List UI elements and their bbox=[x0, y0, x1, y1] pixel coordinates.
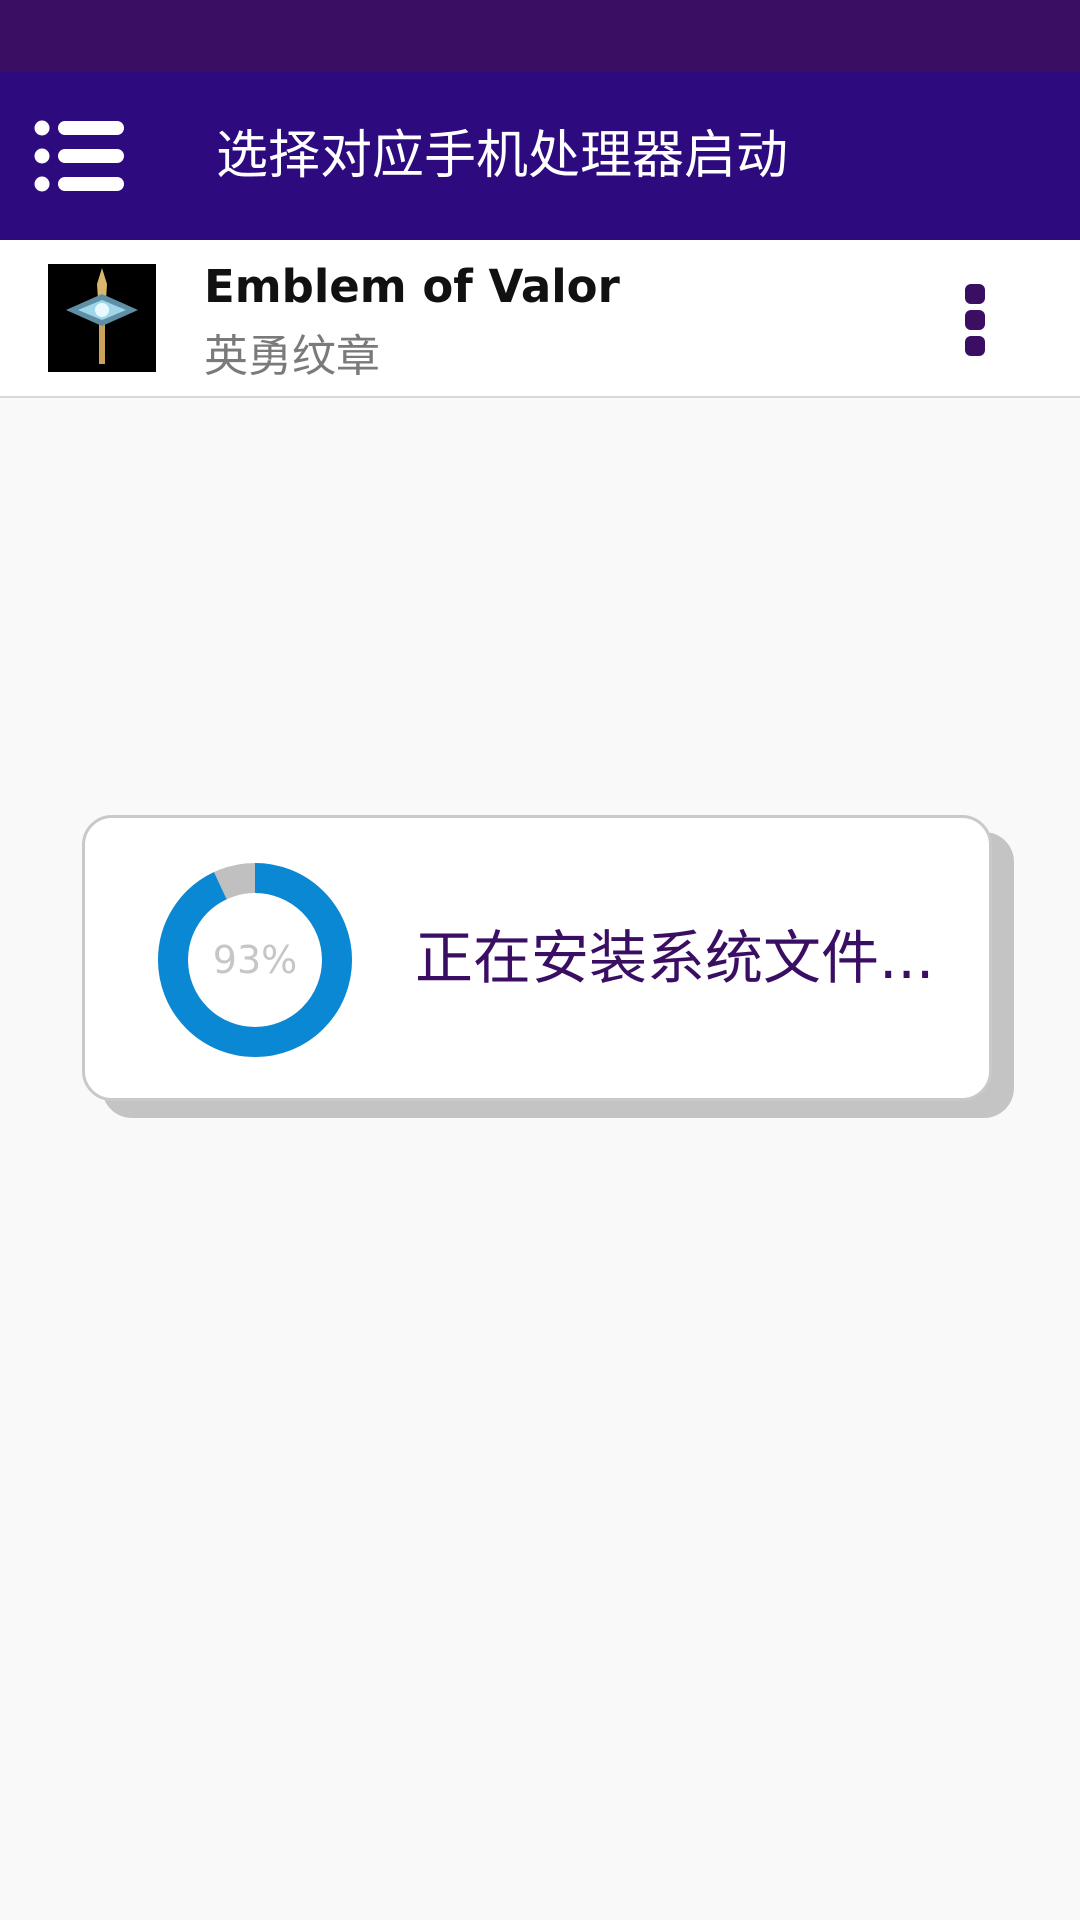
game-list-item[interactable]: Emblem of Valor 英勇纹章 bbox=[0, 240, 1080, 398]
progress-ring: 93% bbox=[157, 862, 353, 1058]
game-subtitle: 英勇纹章 bbox=[204, 331, 380, 382]
more-vertical-icon bbox=[950, 274, 1000, 364]
menu-list-icon bbox=[30, 112, 140, 202]
status-bar bbox=[0, 0, 1080, 72]
page-title: 选择对应手机处理器启动 bbox=[216, 126, 789, 186]
progress-percent: 93% bbox=[212, 938, 298, 982]
install-status-message: 正在安装系统文件... bbox=[415, 924, 935, 992]
install-progress-dialog: 93% 正在安装系统文件... bbox=[82, 815, 992, 1101]
menu-button[interactable] bbox=[30, 112, 140, 202]
more-options-button[interactable] bbox=[950, 274, 1000, 364]
sword-emblem-icon bbox=[48, 264, 156, 372]
game-name: Emblem of Valor bbox=[204, 260, 620, 313]
app-bar: 选择对应手机处理器启动 bbox=[0, 72, 1080, 240]
